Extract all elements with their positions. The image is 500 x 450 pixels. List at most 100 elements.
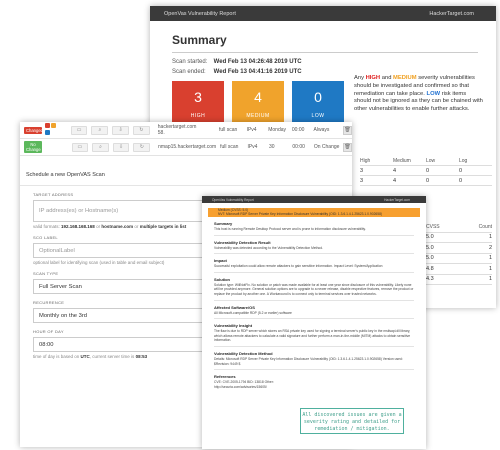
report-header-bar: OpenVas Vulnerability Report HackerTarge… [202, 196, 426, 203]
download-icon[interactable]: ⇩ [112, 142, 130, 152]
count-header: Count [478, 223, 492, 230]
summary-title: Summary [172, 33, 227, 47]
hint-utc: UTC [80, 354, 90, 359]
scan-label-input[interactable]: OptionalLabel [33, 243, 215, 258]
section-text: Details: Microsoft RDP Server Private Ke… [214, 356, 403, 366]
frequency: 30 [268, 144, 275, 150]
severity-indicators [45, 123, 63, 137]
section-heading: Vulnerability Insight [214, 323, 253, 329]
cvss-header-row: CVSS Count [426, 222, 492, 233]
hint-text: or [134, 224, 139, 229]
cvss-value: 4.3 [426, 276, 434, 283]
cvss-count: 1 [488, 255, 492, 262]
detail-section: Vulnerability Detection Method Details: M… [202, 351, 426, 371]
text-part: and [381, 75, 392, 81]
protocol: IPv4 [247, 144, 258, 150]
hint-server-time: 08:53 [135, 354, 148, 359]
medium-indicator [51, 123, 56, 128]
divider [214, 234, 414, 236]
divider [172, 52, 478, 53]
target-address-placeholder: IP address(es) or Hostname(s) [39, 208, 119, 214]
view-report-button[interactable]: ▭ [70, 125, 88, 135]
cvss-count: 1 [488, 276, 492, 283]
notify-status: On Change [313, 144, 340, 150]
status-badge: Changed [24, 126, 43, 134]
section-text: CVE: CVE-2005-1794 BID: 13818 Other: htt… [214, 380, 274, 389]
search-icon[interactable]: ⌕ [92, 142, 109, 152]
cvss-count: 1 [488, 234, 492, 241]
text-low: LOW [426, 90, 441, 97]
section-text: The flaw is due to RDP server which stor… [214, 329, 411, 343]
view-report-button[interactable]: ▭ [71, 142, 89, 152]
table-row: 5.0 2 [426, 243, 492, 254]
section-heading: Summary [214, 221, 233, 226]
table-cell: 4 [393, 167, 397, 174]
report-bar-title: OpenVas Vulnerability Report [212, 197, 254, 202]
scan-started-label: Scan started: [172, 59, 208, 65]
trash-icon[interactable]: 🗑 [343, 125, 352, 135]
detail-section: Summary This host is running Remote Deskt… [202, 221, 426, 236]
protocol: IPv4 [246, 127, 257, 133]
report-bar-title: OpenVas Vulnerability Report [164, 10, 236, 17]
time: 00:00 [292, 144, 305, 150]
section-heading: Solution [214, 276, 230, 282]
scan-type-select[interactable]: Full Server Scan ▾ [33, 279, 215, 294]
divider [214, 299, 414, 301]
target-address-input[interactable]: IP address(es) or Hostname(s) [33, 200, 215, 222]
table-cell: 0 [426, 167, 430, 174]
hour-of-day-select[interactable]: 08:00 ▾ [33, 337, 215, 352]
refresh-icon[interactable]: ↻ [133, 142, 151, 152]
refresh-icon[interactable]: ↻ [133, 125, 150, 135]
high-indicator [45, 123, 50, 128]
trash-icon[interactable]: 🗑 [343, 142, 352, 152]
hint-ip: 192.168.168.168 [61, 224, 95, 229]
cvss-value: 5.0 [426, 234, 434, 241]
table-cell: 0 [459, 167, 463, 174]
severity-count-table: High Medium Low Log 3 4 0 0 3 4 0 0 [360, 156, 492, 186]
report-bar-site: HackerTarget.com [384, 197, 410, 202]
detail-section: Affected Software/OS All Microsoft-compat… [202, 305, 426, 320]
hour-of-day-value: 08:00 [39, 341, 54, 348]
hint-host: hostname.com [101, 224, 134, 229]
detail-section: Vulnerability Detection Result Vulnerabil… [202, 240, 426, 255]
target-ip: 58. [157, 130, 165, 136]
severity-low-count: 0 [314, 89, 322, 105]
target-cell: nmap15.hackertarget.com [158, 144, 216, 150]
section-text: All Microsoft-compatible RDP (5.2 or ear… [214, 310, 292, 315]
detail-section: Solution Solution type: WillNotFix. No so… [202, 277, 426, 301]
table-cell: 4 [393, 177, 397, 184]
frequency: Monday [268, 127, 287, 133]
table-header-row: High Medium Low Log [360, 156, 492, 166]
col-log: Log [459, 157, 468, 164]
severity-explanation: Any HIGH and MEDIUM severity vulnerabili… [354, 75, 484, 114]
cvss-table: CVSS Count 5.0 1 5.0 2 5.0 1 4.8 1 4.3 1 [426, 222, 492, 285]
col-low: Low [426, 157, 436, 164]
divider [214, 253, 414, 255]
table-row: 4.8 1 [426, 264, 492, 275]
scan-ended-value: Wed Feb 13 04:41:16 2019 UTC [213, 69, 302, 75]
search-icon[interactable]: ⌕ [91, 125, 109, 135]
scheduled-scan-row[interactable]: No Change ▭ ⌕ ⇩ ↻ nmap15.hackertarget.co… [20, 139, 352, 156]
table-cell: 3 [360, 177, 364, 184]
recurrence-select[interactable]: Monthly on the 3rd ▾ [33, 308, 215, 323]
download-icon[interactable]: ⇩ [112, 125, 130, 135]
cvss-value: 5.0 [426, 244, 434, 251]
schedule-form-title: Schedule a new OpenVAS Scan [20, 164, 352, 186]
report-header-bar: OpenVas Vulnerability Report HackerTarge… [150, 6, 496, 21]
section-text: This host is running Remote Desktop Prot… [214, 227, 366, 231]
text-high: HIGH [365, 75, 381, 81]
section-heading: Vulnerability Detection Result [214, 239, 271, 245]
scan-label-placeholder: OptionalLabel [39, 247, 75, 254]
divider [214, 271, 414, 273]
notify-status: Always [313, 127, 330, 133]
cvss-count: 1 [488, 265, 492, 272]
divider [214, 369, 414, 371]
section-heading: Impact [214, 258, 227, 264]
scheduled-scan-row[interactable]: Changed ▭ ⌕ ⇩ ↻ hackertarget.com 58. ful… [20, 122, 352, 139]
divider [214, 318, 414, 320]
report-bar-site: HackerTarget.com [429, 10, 474, 17]
table-row: 3 4 0 0 [360, 176, 492, 186]
severity-high-count: 3 [194, 89, 202, 105]
status-badge: No Change [24, 141, 42, 153]
vulnerability-detail-report: OpenVas Vulnerability Report HackerTarge… [202, 196, 426, 449]
